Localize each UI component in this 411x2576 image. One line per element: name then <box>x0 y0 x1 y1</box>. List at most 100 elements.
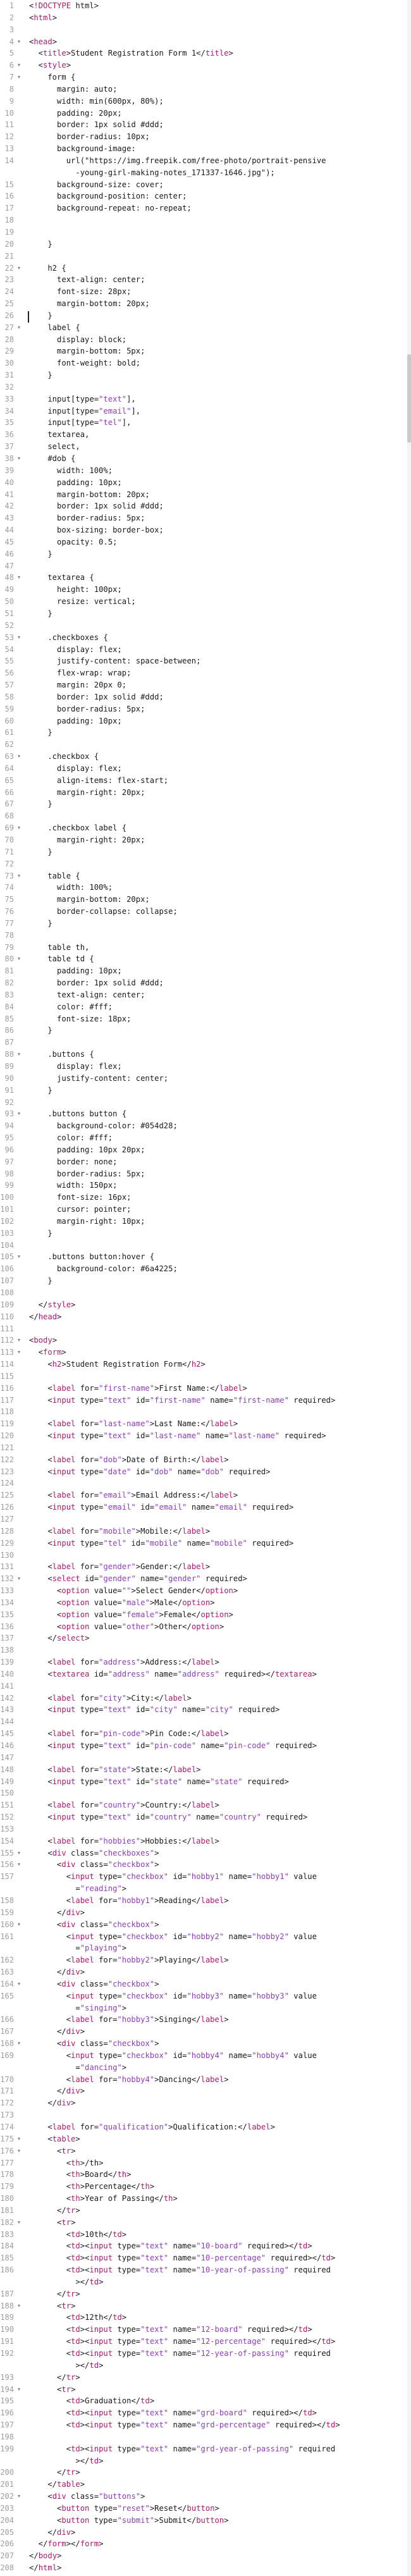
code-line[interactable]: text-align: center; <box>29 990 408 999</box>
code-line[interactable]: width: min(600px, 80%); <box>29 97 408 106</box>
code-line[interactable]: </tr> <box>29 2289 408 2298</box>
fold-toggle-icon[interactable]: ▾ <box>15 954 23 963</box>
code-line[interactable]: url("https://img.freepik.com/free-photo/… <box>29 156 408 165</box>
code-line[interactable]: <th>Percentage</th> <box>29 2182 408 2191</box>
code-line[interactable]: margin: auto; <box>29 85 408 94</box>
code-line[interactable]: .buttons button:hover { <box>29 1252 408 1261</box>
code-line[interactable]: color: #fff; <box>29 1002 408 1011</box>
code-line[interactable]: border: 1px solid #ddd; <box>29 693 408 701</box>
code-line[interactable]: </tr> <box>29 2206 408 2215</box>
code-line[interactable]: textarea, <box>29 430 408 439</box>
fold-toggle-icon[interactable]: ▾ <box>15 1860 23 1869</box>
fold-toggle-icon[interactable]: ▾ <box>15 2385 23 2394</box>
code-line[interactable]: <label for="gender">Gender:</label> <box>29 1562 408 1571</box>
code-line[interactable]: margin-right: 20px; <box>29 835 408 844</box>
code-line[interactable]: } <box>29 550 408 558</box>
code-line[interactable]: <label for="mobile">Mobile:</label> <box>29 1527 408 1536</box>
fold-toggle-icon[interactable]: ▾ <box>15 823 23 832</box>
code-line[interactable]: margin-bottom: 5px; <box>29 347 408 355</box>
code-line[interactable]: <td><input type="text" name="grd-percent… <box>29 2420 408 2429</box>
code-line[interactable]: <label for="qualification">Qualification… <box>29 2123 408 2131</box>
code-line[interactable]: </html> <box>29 2563 408 2572</box>
fold-toggle-icon[interactable]: ▾ <box>15 323 23 332</box>
code-line[interactable]: <tr> <box>29 2385 408 2394</box>
fold-toggle-icon[interactable]: ▾ <box>15 573 23 582</box>
code-line[interactable]: padding: 20px; <box>29 109 408 118</box>
code-line[interactable]: } <box>29 311 408 320</box>
code-line[interactable]: <input type="text" id="last-name" name="… <box>29 1431 408 1440</box>
code-line[interactable]: <label for="hobby4">Dancing</label> <box>29 2075 408 2084</box>
code-line[interactable]: <table> <box>29 2135 408 2143</box>
code-line[interactable]: justify-content: center; <box>29 1074 408 1083</box>
code-line[interactable]: } <box>29 1276 408 1285</box>
code-line[interactable]: <body> <box>29 1336 408 1345</box>
code-line[interactable]: <label for="hobby2">Playing</label> <box>29 1956 408 1964</box>
code-line[interactable]: <html> <box>29 13 408 22</box>
code-line[interactable]: background-image: <box>29 144 408 153</box>
code-line[interactable]: <label for="pin-code">Pin Code:</label> <box>29 1729 408 1738</box>
code-line[interactable]: <input type="tel" id="mobile" name="mobi… <box>29 1539 408 1548</box>
scrollbar-thumb[interactable] <box>407 354 411 443</box>
code-line[interactable]: <title>Student Registration Form 1</titl… <box>29 49 408 58</box>
fold-toggle-icon[interactable]: ▾ <box>15 1050 23 1059</box>
code-line[interactable]: opacity: 0.5; <box>29 538 408 546</box>
code-line[interactable]: table td { <box>29 954 408 963</box>
code-line[interactable]: <td><input type="text" name="10-year-of-… <box>29 2265 408 2274</box>
fold-toggle-icon[interactable]: ▾ <box>15 2039 23 2048</box>
code-line[interactable]: width: 100%; <box>29 883 408 892</box>
code-line[interactable]: <tr> <box>29 2218 408 2227</box>
code-line[interactable]: <input type="text" id="country" name="co… <box>29 1813 408 1821</box>
fold-toggle-icon[interactable]: ▾ <box>15 264 23 273</box>
code-line[interactable]: table th, <box>29 943 408 952</box>
code-line[interactable]: border: 1px solid #ddd; <box>29 502 408 510</box>
code-line[interactable]: background-position: center; <box>29 192 408 200</box>
code-line[interactable]: <label for="city">City:</label> <box>29 1694 408 1703</box>
code-line[interactable]: <tr> <box>29 2147 408 2155</box>
code-line[interactable]: <label for="state">State:</label> <box>29 1765 408 1774</box>
code-line[interactable]: border: none; <box>29 1157 408 1166</box>
code-line[interactable]: textarea { <box>29 573 408 582</box>
code-line[interactable]: </form></form> <box>29 2539 408 2548</box>
code-line[interactable]: } <box>29 799 408 808</box>
code-line[interactable]: } <box>29 728 408 737</box>
code-line[interactable]: <input type="checkbox" id="hobby4" name=… <box>29 2051 408 2060</box>
vertical-scrollbar[interactable] <box>407 0 411 2576</box>
code-line[interactable]: margin-bottom: 20px; <box>29 490 408 499</box>
code-line[interactable]: color: #fff; <box>29 1133 408 1142</box>
code-line[interactable]: table { <box>29 872 408 880</box>
code-line[interactable]: ></td> <box>29 2361 408 2370</box>
code-line[interactable]: } <box>29 609 408 618</box>
code-line[interactable]: border-radius: 5px; <box>29 705 408 713</box>
code-line[interactable]: border: 1px solid #ddd; <box>29 120 408 129</box>
code-line[interactable]: </div> <box>29 2528 408 2537</box>
code-line[interactable]: <td><input type="text" name="grd-year-of… <box>29 2444 408 2453</box>
code-line[interactable]: <div class="checkboxes"> <box>29 1849 408 1858</box>
code-line[interactable]: display: flex; <box>29 764 408 773</box>
code-line[interactable]: input[type="email"], <box>29 407 408 416</box>
code-line[interactable]: border-radius: 10px; <box>29 132 408 141</box>
code-line[interactable]: font-weight: bold; <box>29 359 408 367</box>
code-line[interactable]: <td><input type="text" name="12-year-of-… <box>29 2349 408 2358</box>
code-line[interactable]: <label for="dob">Date of Birth:</label> <box>29 1455 408 1464</box>
fold-toggle-icon[interactable]: ▾ <box>15 2147 23 2155</box>
code-line[interactable]: </head> <box>29 1312 408 1321</box>
code-line[interactable]: ="singing"> <box>29 2004 408 2012</box>
code-line[interactable]: </select> <box>29 1634 408 1642</box>
code-line[interactable]: margin-bottom: 20px; <box>29 895 408 904</box>
code-line[interactable]: <td><input type="text" name="10-percenta… <box>29 2253 408 2262</box>
code-line[interactable]: .buttons button { <box>29 1109 408 1118</box>
code-line[interactable]: <th>Board</th> <box>29 2170 408 2179</box>
code-line[interactable]: <label for="hobbies">Hobbies:</label> <box>29 1837 408 1846</box>
code-line[interactable]: <div class="checkbox"> <box>29 2039 408 2048</box>
code-line[interactable]: <h2>Student Registration Form</h2> <box>29 1360 408 1369</box>
code-line[interactable]: .buttons { <box>29 1050 408 1059</box>
code-line[interactable]: border-radius: 5px; <box>29 1169 408 1178</box>
fold-toggle-icon[interactable]: ▾ <box>15 37 23 46</box>
code-line[interactable]: flex-wrap: wrap; <box>29 669 408 677</box>
code-line[interactable]: <label for="first-name">First Name:</lab… <box>29 1384 408 1393</box>
code-line[interactable]: </div> <box>29 1908 408 1917</box>
fold-toggle-icon[interactable]: ▾ <box>15 1348 23 1357</box>
fold-toggle-icon[interactable]: ▾ <box>15 633 23 642</box>
code-line[interactable]: margin: 20px 0; <box>29 681 408 689</box>
code-line[interactable]: justify-content: space-between; <box>29 656 408 665</box>
